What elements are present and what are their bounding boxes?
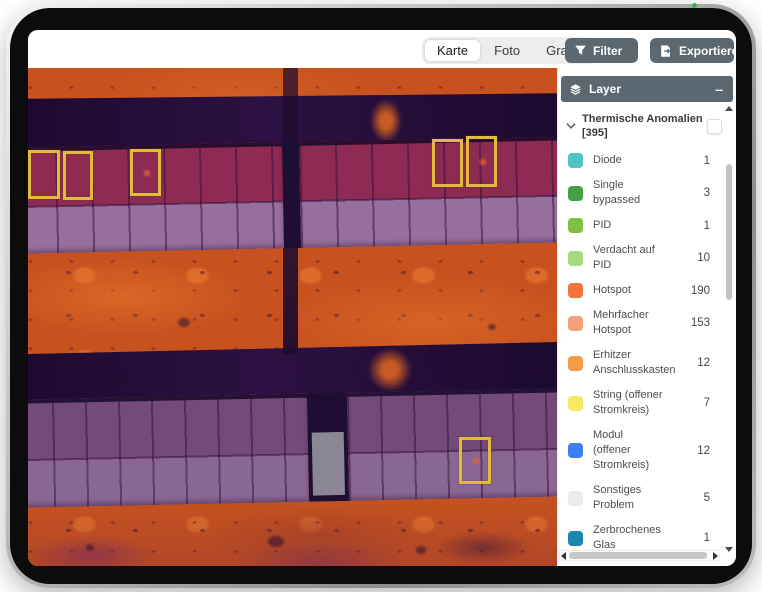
category-color-chip (568, 251, 583, 266)
more-options-icon[interactable] (636, 45, 643, 57)
anomaly-box[interactable] (130, 149, 161, 196)
horizontal-scrollbar (559, 550, 720, 561)
table-gap (282, 142, 301, 248)
tab-karte[interactable]: Karte (425, 40, 480, 61)
category-color-chip (568, 443, 583, 458)
list-item[interactable]: PID 1 (568, 213, 710, 238)
list-item[interactable]: Mehrfacher Hotspot 153 (568, 303, 710, 343)
category-label: Sonstiges Problem (593, 483, 678, 513)
vertical-scrollbar-thumb[interactable] (726, 164, 732, 300)
anomaly-box[interactable] (459, 437, 491, 484)
list-item[interactable]: Sonstiges Problem 5 (568, 478, 710, 518)
ground-speck (178, 318, 190, 327)
category-color-chip (568, 186, 583, 201)
category-count: 10 (688, 252, 710, 264)
filter-button-label: Filter (593, 44, 622, 58)
category-label: String (offener Stromkreis) (593, 388, 678, 418)
ground-speck (348, 364, 357, 371)
bottom-ground-tint (28, 496, 557, 566)
vertical-scrollbar (724, 106, 734, 552)
table-gap (307, 393, 349, 502)
anomaly-list: Diode 1 Single bypassed 3 PID 1 Verdacht… (568, 148, 710, 558)
solar-table (299, 136, 557, 248)
warm-ground-patch (370, 99, 402, 143)
export-button-label: Exportieren (679, 44, 736, 58)
category-count: 5 (688, 492, 710, 504)
category-count: 3 (688, 187, 710, 199)
category-label: Verdacht auf PID (593, 243, 678, 273)
category-count: 1 (688, 220, 710, 232)
category-color-chip (568, 316, 583, 331)
category-color-chip (568, 491, 583, 506)
layer-panel-title: Layer (589, 82, 706, 96)
page: Karte Foto Grafik Filter Exportieren (0, 0, 762, 592)
scroll-left-arrow[interactable] (561, 552, 566, 560)
chevron-down-icon[interactable] (564, 119, 578, 133)
filter-button[interactable]: Filter (565, 38, 638, 63)
ground-speck (86, 544, 94, 551)
layer-panel: Layer – Thermische Anomalien [395] Diode… (557, 68, 736, 566)
list-item[interactable]: Modul (offener Stromkreis) 12 (568, 423, 710, 478)
ground-speck (416, 546, 426, 554)
walkway-patch (312, 432, 345, 495)
category-count: 12 (688, 445, 710, 457)
ground-speck (488, 324, 496, 330)
category-label: PID (593, 218, 678, 233)
category-count: 12 (688, 357, 710, 369)
anomaly-group-row: Thermische Anomalien [395] (564, 112, 722, 140)
category-label: Single bypassed (593, 178, 678, 208)
scroll-down-arrow[interactable] (725, 547, 733, 552)
warm-ground-patch (367, 347, 412, 392)
scroll-right-arrow[interactable] (713, 552, 718, 560)
export-file-icon (659, 44, 673, 58)
anomaly-box[interactable] (466, 136, 497, 187)
category-label: Diode (593, 153, 678, 168)
thermal-map[interactable] (28, 68, 557, 566)
category-count: 190 (688, 285, 710, 297)
horizontal-scrollbar-thumb[interactable] (569, 552, 707, 559)
list-item[interactable]: Verdacht auf PID 10 (568, 238, 710, 278)
category-color-chip (568, 356, 583, 371)
list-item[interactable]: Diode 1 (568, 148, 710, 173)
scroll-up-arrow[interactable] (725, 106, 733, 111)
layers-icon (569, 83, 582, 96)
list-item[interactable]: String (offener Stromkreis) 7 (568, 383, 710, 423)
category-label: Zerbrochenes Glas (593, 523, 678, 553)
camera-indicator-dot (692, 3, 697, 8)
ground-speck (120, 374, 127, 380)
anomaly-box[interactable] (432, 139, 463, 187)
anomaly-box[interactable] (28, 150, 60, 199)
ground-speck (533, 368, 542, 375)
category-color-chip (568, 218, 583, 233)
category-color-chip (568, 153, 583, 168)
list-item[interactable]: Single bypassed 3 (568, 173, 710, 213)
category-count: 1 (688, 532, 710, 544)
filter-funnel-icon (574, 44, 587, 57)
solar-table (347, 388, 557, 501)
category-color-chip (568, 283, 583, 298)
layer-panel-header: Layer – (561, 76, 733, 102)
category-color-chip (568, 531, 583, 546)
category-count: 7 (688, 397, 710, 409)
category-color-chip (568, 396, 583, 411)
ground-speck (268, 536, 284, 547)
anomaly-group-checkbox[interactable] (707, 119, 722, 134)
solar-table (28, 394, 309, 508)
anomaly-box[interactable] (63, 151, 93, 200)
list-item[interactable]: Erhitzer Anschlusskasten 12 (568, 343, 710, 383)
list-item[interactable]: Hotspot 190 (568, 278, 710, 303)
collapse-panel-button[interactable]: – (713, 84, 725, 94)
category-label: Erhitzer Anschlusskasten (593, 348, 678, 378)
export-button[interactable]: Exportieren (650, 38, 734, 63)
category-count: 1 (688, 155, 710, 167)
category-label: Modul (offener Stromkreis) (593, 428, 678, 473)
category-count: 153 (688, 317, 710, 329)
category-label: Mehrfacher Hotspot (593, 308, 678, 338)
tab-foto[interactable]: Foto (482, 40, 532, 61)
anomaly-group-label: Thermische Anomalien [395] (582, 112, 703, 140)
app-screen: Karte Foto Grafik Filter Exportieren (28, 30, 736, 566)
category-label: Hotspot (593, 283, 678, 298)
toolbar: Karte Foto Grafik Filter Exportieren (28, 30, 736, 68)
